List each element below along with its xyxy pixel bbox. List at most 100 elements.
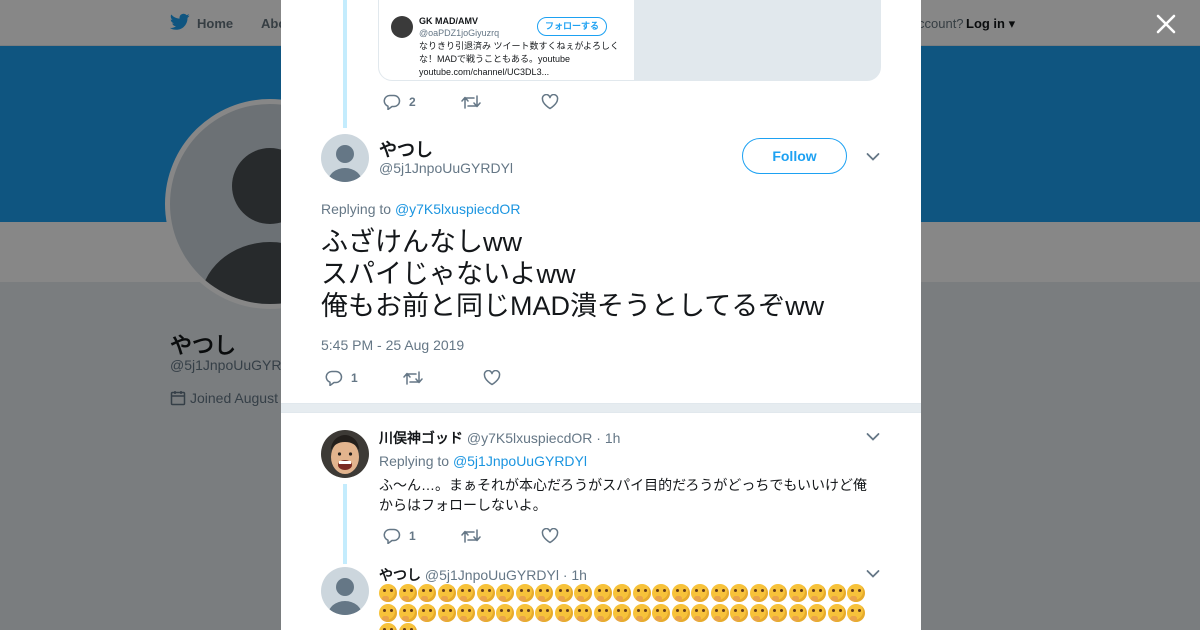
- thinking-face-icon: [593, 584, 612, 602]
- thread-connector: [343, 0, 347, 128]
- reply-name[interactable]: やつし: [379, 567, 421, 583]
- screenshot-follow-button: フォローする: [537, 17, 607, 36]
- thinking-face-icon: [632, 603, 651, 622]
- retweet-icon: [461, 529, 481, 543]
- thinking-face-icon: [632, 584, 651, 602]
- tweet-media-card[interactable]: GK MAD/AMV @oaPDZ1joGiyuzrq フォローする なりきり引…: [378, 0, 881, 81]
- reply-avatar[interactable]: [321, 567, 369, 615]
- thinking-face-icon: [515, 584, 534, 602]
- main-tweet-name[interactable]: やつし: [379, 136, 433, 162]
- thinking-face-icon: [554, 584, 573, 602]
- thinking-face-icon: [671, 584, 690, 602]
- reply-handle[interactable]: @y7K5lxuspiecdOR: [467, 430, 593, 446]
- thinking-face-icon: [457, 603, 475, 622]
- heart-icon: [483, 370, 501, 386]
- thinking-face-icon: [457, 584, 475, 602]
- thinking-face-icon: [749, 603, 768, 622]
- thinking-face-icon: [418, 603, 436, 622]
- thinking-face-icon: [847, 603, 865, 622]
- screenshot-handle: @oaPDZ1joGiyuzrq: [419, 28, 500, 38]
- thinking-face-icon: [847, 584, 865, 602]
- main-tweet-handle[interactable]: @5j1JnpoUuGYRDYl: [379, 160, 513, 176]
- like-button[interactable]: [541, 94, 559, 110]
- thinking-face-icon: [398, 603, 417, 622]
- thinking-face-icon: [593, 603, 612, 622]
- thinking-face-icon: [554, 603, 573, 622]
- thread-connector: [343, 484, 347, 564]
- retweet-button[interactable]: [403, 370, 483, 386]
- thinking-face-icon: [769, 603, 787, 622]
- thinking-face-icon: [710, 603, 729, 622]
- main-tweet-replying-to: Replying to @y7K5lxuspiecdOR: [321, 201, 520, 217]
- thinking-face-icon: [652, 584, 670, 602]
- reply-time[interactable]: · 1h: [563, 567, 587, 583]
- replying-prefix: Replying to: [379, 453, 450, 469]
- reply-time[interactable]: · 1h: [596, 430, 620, 446]
- thinking-face-icon: [710, 584, 729, 602]
- user-photo: [331, 435, 359, 474]
- replying-to-link[interactable]: @y7K5lxuspiecdOR: [395, 201, 521, 217]
- thinking-face-icon: [613, 603, 631, 622]
- chevron-down-icon[interactable]: [866, 152, 880, 162]
- main-tweet-text: ふざけんなしww スパイじゃないよww 俺もお前と同じMAD潰そうとしてるぞww: [321, 227, 825, 321]
- default-avatar-icon: [328, 578, 362, 615]
- thinking-face-icon: [730, 584, 748, 602]
- retweet-button[interactable]: [461, 528, 541, 544]
- main-tweet-avatar[interactable]: [321, 134, 369, 182]
- thinking-face-icon: [671, 603, 690, 622]
- reply-button[interactable]: 2: [383, 94, 461, 110]
- reply-count: 2: [409, 95, 416, 109]
- retweet-icon: [403, 371, 423, 385]
- thinking-face-icon: [379, 603, 397, 622]
- retweet-button[interactable]: [461, 94, 541, 110]
- reply-text: ふ〜ん…。まぁそれが本心だろうがスパイ目的だろうがどっちでもいいけど俺からはフォ…: [379, 477, 868, 513]
- thinking-face-icon: [749, 584, 768, 602]
- retweet-icon: [461, 95, 481, 109]
- reply-button[interactable]: 1: [383, 528, 461, 544]
- screenshot-bio: なりきり引退済み ツイート数すくねぇがよろしくな！MADで戦うこともある。you…: [419, 41, 620, 77]
- thinking-face-icon: [613, 584, 631, 602]
- thinking-face-icon: [769, 584, 787, 602]
- thinking-face-icon: [788, 584, 807, 602]
- thinking-face-icon: [788, 603, 807, 622]
- like-button[interactable]: [483, 370, 501, 386]
- reply-icon: [383, 94, 401, 110]
- screenshot-name: GK MAD/AMV: [419, 16, 478, 26]
- thinking-face-icon: [535, 603, 553, 622]
- thinking-face-icon: [379, 584, 397, 602]
- thinking-face-icon: [574, 603, 592, 622]
- reply-icon: [325, 370, 343, 386]
- reply-name[interactable]: 川俣神ゴッド: [379, 430, 463, 446]
- follow-button[interactable]: Follow: [742, 138, 847, 174]
- reply-actions: 1: [383, 527, 559, 545]
- replying-to-link[interactable]: @5j1JnpoUuGYRDYl: [453, 453, 587, 469]
- tweet-permalink-modal: GK MAD/AMV @oaPDZ1joGiyuzrq フォローする なりきり引…: [281, 0, 921, 630]
- thinking-face-icon: [808, 603, 826, 622]
- reply-avatar[interactable]: [321, 430, 369, 478]
- thinking-face-icon: [476, 584, 495, 602]
- reply-handle[interactable]: @5j1JnpoUuGYRDYl: [425, 567, 559, 583]
- thinking-face-icon: [496, 584, 514, 602]
- reply-header: やつし @5j1JnpoUuGYRDYl · 1h: [379, 565, 587, 585]
- reply-header: 川俣神ゴッド @y7K5lxuspiecdOR · 1h: [379, 428, 620, 448]
- thinking-face-icon: [496, 603, 514, 622]
- thinking-face-icon: [535, 584, 553, 602]
- reply-replying-to: Replying to @5j1JnpoUuGYRDYl: [379, 453, 587, 469]
- heart-icon: [541, 528, 559, 544]
- reply-button[interactable]: 1: [325, 370, 403, 386]
- thinking-face-icon: [574, 584, 592, 602]
- chevron-down-icon[interactable]: [866, 569, 880, 579]
- thinking-face-icon: [652, 603, 670, 622]
- thinking-face-icon: [476, 603, 495, 622]
- thinking-face-icon: [691, 584, 709, 602]
- close-icon[interactable]: [1152, 10, 1180, 38]
- replying-prefix: Replying to: [321, 201, 392, 217]
- thinking-face-icon: [730, 603, 748, 622]
- reply-emoji-text: [379, 584, 879, 630]
- parent-tweet-actions: 2: [383, 93, 559, 111]
- chevron-down-icon[interactable]: [866, 432, 880, 442]
- thinking-face-icon: [808, 584, 826, 602]
- like-button[interactable]: [541, 528, 559, 544]
- main-tweet-timestamp[interactable]: 5:45 PM - 25 Aug 2019: [321, 337, 464, 353]
- thinking-face-icon: [515, 603, 534, 622]
